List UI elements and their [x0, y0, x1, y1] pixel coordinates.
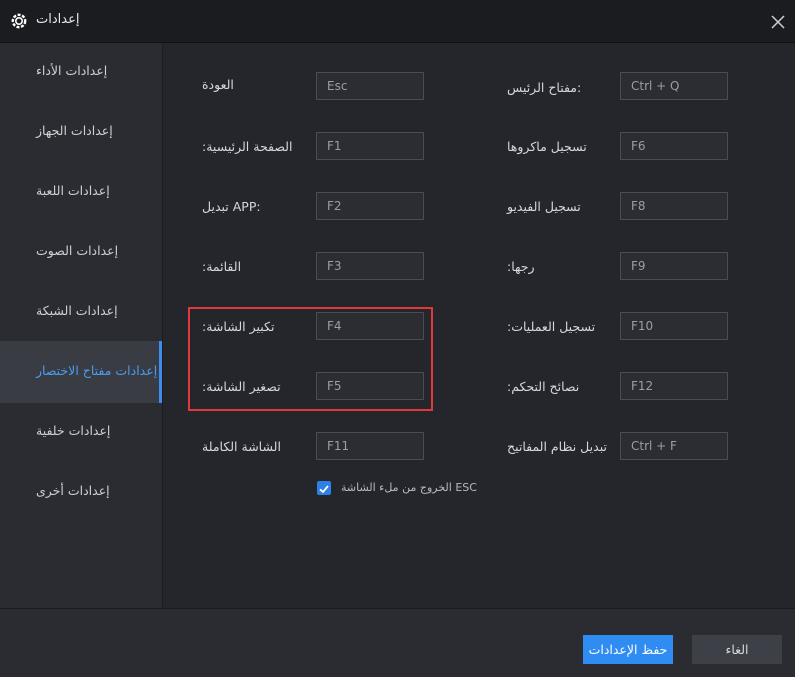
- shortcut-key-switch-app[interactable]: F2: [316, 192, 424, 220]
- shortcut-label-back: العودة: [202, 77, 234, 92]
- shortcut-label-record-operations: :تسجيل العمليات: [507, 319, 596, 334]
- title-bar: إعدادات: [0, 0, 795, 42]
- shortcut-key-record-macro[interactable]: F6: [620, 132, 728, 160]
- sidebar-item-label: إعدادات خلفية: [36, 423, 111, 438]
- footer: [0, 609, 795, 677]
- shortcut-label-record-video: تسجيل الفيديو: [507, 199, 581, 214]
- sidebar: إعدادات الأداء إعدادات الجهاز إعدادات ال…: [0, 43, 163, 608]
- sidebar-item-other[interactable]: إعدادات أخرى: [0, 463, 162, 523]
- sidebar-item-label: إعدادات الأداء: [36, 63, 108, 78]
- shortcut-label-switch-app: تبديل APP:: [202, 199, 261, 214]
- sidebar-item-label: إعدادات الشبكة: [36, 303, 118, 318]
- shortcut-label-control-tips: :نصائح التحكم: [507, 379, 580, 394]
- shortcut-key-record-video[interactable]: F8: [620, 192, 728, 220]
- shortcut-key-control-tips[interactable]: F12: [620, 372, 728, 400]
- shortcut-key-record-operations[interactable]: F10: [620, 312, 728, 340]
- sidebar-item-label: إعدادات اللعبة: [36, 183, 110, 198]
- esc-exit-checkbox[interactable]: [317, 481, 331, 495]
- sidebar-item-label: إعدادات الجهاز: [36, 123, 113, 138]
- shortcut-key-back[interactable]: Esc: [316, 72, 424, 100]
- shortcut-key-shake[interactable]: F9: [620, 252, 728, 280]
- shortcut-key-fullscreen[interactable]: F11: [316, 432, 424, 460]
- close-icon[interactable]: [766, 10, 790, 34]
- shortcut-label-menu: :القائمة: [202, 259, 242, 274]
- shortcut-label-record-macro: تسجيل ماكروها: [507, 139, 587, 154]
- shortcut-key-menu[interactable]: F3: [316, 252, 424, 280]
- shortcut-label-shake: :رجها: [507, 259, 535, 274]
- shortcut-label-switch-keymap: تبديل نظام المفاتيح: [507, 439, 607, 454]
- sidebar-item-label: إعدادات أخرى: [36, 483, 110, 498]
- window-title: إعدادات: [36, 12, 80, 27]
- checkmark-icon: [319, 485, 329, 494]
- sidebar-item-device[interactable]: إعدادات الجهاز: [0, 103, 162, 163]
- sidebar-item-network[interactable]: إعدادات الشبكة: [0, 283, 162, 343]
- shortcut-key-switch-keymap[interactable]: Ctrl + F: [620, 432, 728, 460]
- sidebar-item-background[interactable]: إعدادات خلفية: [0, 403, 162, 463]
- shortcut-key-boss-key[interactable]: Ctrl + Q: [620, 72, 728, 100]
- sidebar-item-sound[interactable]: إعدادات الصوت: [0, 223, 162, 283]
- esc-exit-label: الخروج من ملء الشاشة ESC: [341, 481, 477, 494]
- cancel-button[interactable]: الغاء: [692, 635, 782, 664]
- sidebar-item-game[interactable]: إعدادات اللعبة: [0, 163, 162, 223]
- shortcut-key-home[interactable]: F1: [316, 132, 424, 160]
- shortcut-label-boss-key: مفتاح الرئيس:: [507, 80, 582, 95]
- shortcut-label-home: :الصفحة الرئيسية: [202, 139, 293, 154]
- sidebar-item-label: إعدادات مفتاح الاختصار: [36, 363, 158, 378]
- save-button[interactable]: حفظ الإعدادات: [583, 635, 673, 664]
- sidebar-item-shortcuts[interactable]: إعدادات مفتاح الاختصار: [0, 341, 162, 403]
- shortcut-label-fullscreen: الشاشة الكاملة: [202, 439, 281, 454]
- highlight-box: [188, 307, 433, 411]
- sidebar-item-performance[interactable]: إعدادات الأداء: [0, 43, 162, 103]
- gear-icon: [11, 13, 27, 29]
- sidebar-item-label: إعدادات الصوت: [36, 243, 119, 258]
